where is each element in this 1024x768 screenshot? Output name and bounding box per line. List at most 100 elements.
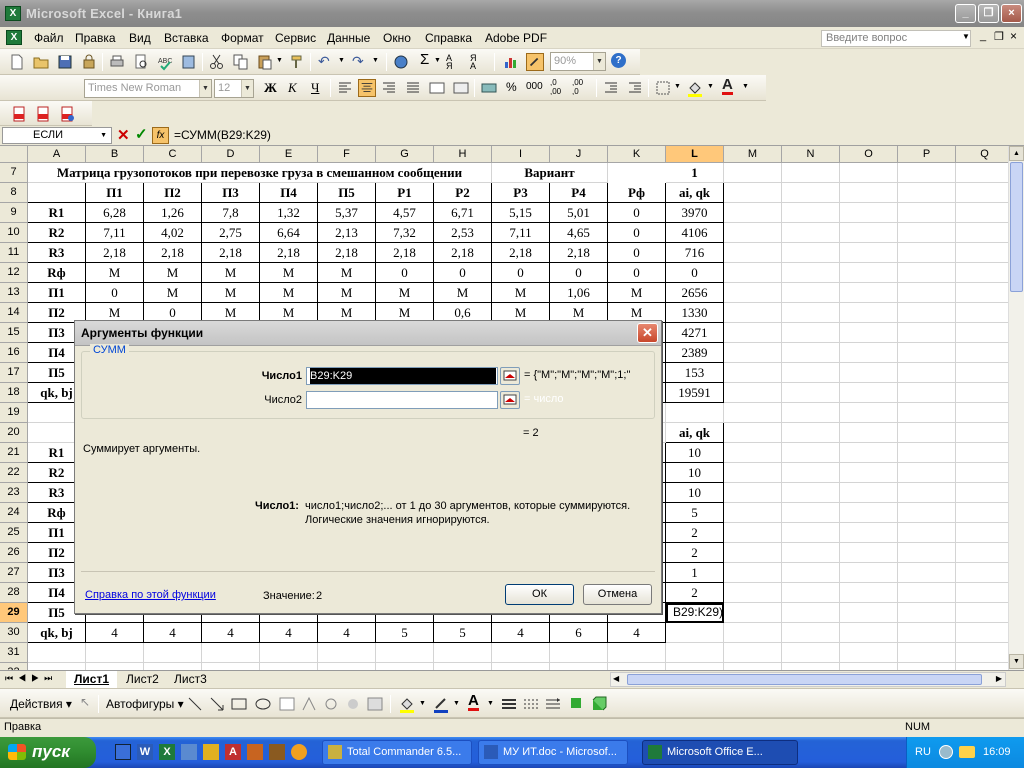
cell-F31[interactable] [318,643,376,663]
cell-M31[interactable] [724,643,782,663]
cell-P15[interactable] [898,323,956,343]
excel-icon[interactable]: X [159,744,175,760]
cell-I8[interactable]: Р3 [492,183,550,203]
font-size-select[interactable]: 12 ▼ [214,79,254,98]
line-style-icon[interactable] [500,695,518,713]
taskbar-task-1[interactable]: Total Commander 6.5... [322,740,472,765]
start-button[interactable]: пуск [0,737,96,768]
increase-decimal-icon[interactable]: ,0,00 [550,78,561,96]
row-header[interactable]: 19 [0,403,28,423]
font-select[interactable]: Times New Roman ▼ [84,79,212,98]
cell-Q29[interactable] [956,603,1008,623]
cell-E8[interactable]: П4 [260,183,318,203]
bold-icon[interactable]: Ж [264,80,277,96]
merge-center-icon[interactable] [428,79,446,97]
cell-D12[interactable]: M [202,263,260,283]
cell-M23[interactable] [724,483,782,503]
cell-I32[interactable] [492,663,550,670]
borders-dropdown-icon[interactable]: ▼ [674,83,681,90]
cell-J12[interactable]: 0 [550,263,608,283]
cell-H32[interactable] [434,663,492,670]
cell-O19[interactable] [840,403,898,423]
cell-C32[interactable] [144,663,202,670]
cell-I13[interactable]: M [492,283,550,303]
cell-Q16[interactable] [956,343,1008,363]
cell-P27[interactable] [898,563,956,583]
row-header[interactable]: 15 [0,323,28,343]
zoom-select[interactable]: 90% ▼ [550,52,606,71]
decrease-decimal-icon[interactable]: ,00,0 [572,78,583,96]
column-header[interactable]: N [782,146,840,163]
cell-B32[interactable] [86,663,144,670]
cell-J31[interactable] [550,643,608,663]
cell-G12[interactable]: 0 [376,263,434,283]
quick-launch-icon-9[interactable] [291,744,307,760]
cell-G30[interactable]: 5 [376,623,434,643]
row-header[interactable]: 31 [0,643,28,663]
cell-N19[interactable] [782,403,840,423]
row-header[interactable]: 32 [0,663,28,670]
cell-O18[interactable] [840,383,898,403]
cell-L14[interactable]: 1330 [666,303,724,323]
cell-L10[interactable]: 4106 [666,223,724,243]
justify-icon[interactable] [404,79,422,97]
cell-O26[interactable] [840,543,898,563]
doc-minimize-button[interactable]: _ [980,30,986,42]
menu-7[interactable]: Окно [383,31,411,45]
shadow-style-icon[interactable] [568,695,586,713]
dialog-title[interactable]: Аргументы функции [75,321,661,346]
drawing-icon[interactable] [526,53,544,71]
cell-P20[interactable] [898,423,956,443]
cell-M19[interactable] [724,403,782,423]
insert-function-icon[interactable]: fx [152,127,169,144]
cell-B10[interactable]: 7,11 [86,223,144,243]
autosum-dropdown-icon[interactable]: ▼ [434,57,441,64]
column-header[interactable]: E [260,146,318,163]
cell-Q30[interactable] [956,623,1008,643]
undo-icon[interactable]: ↶ [318,53,330,70]
wordart-icon[interactable] [300,695,318,713]
cell-P24[interactable] [898,503,956,523]
diagram-icon[interactable] [322,695,340,713]
row-header[interactable]: 12 [0,263,28,283]
cell-N21[interactable] [782,443,840,463]
cell-C10[interactable]: 4,02 [144,223,202,243]
italic-icon[interactable]: К [288,80,297,96]
column-header[interactable]: A [28,146,86,163]
open-icon[interactable] [32,53,50,71]
cell-C12[interactable]: M [144,263,202,283]
cell-P9[interactable] [898,203,956,223]
cell-L9[interactable]: 3970 [666,203,724,223]
cell-N31[interactable] [782,643,840,663]
print-icon[interactable] [108,53,126,71]
distributed-icon[interactable] [452,79,470,97]
quick-launch-icon-4[interactable] [181,744,197,760]
align-center-icon[interactable] [358,79,376,97]
cell-Q26[interactable] [956,543,1008,563]
cell-K10[interactable]: 0 [608,223,666,243]
textbox-icon[interactable] [278,695,296,713]
cell-O32[interactable] [840,663,898,670]
cell-F9[interactable]: 5,37 [318,203,376,223]
cell-O21[interactable] [840,443,898,463]
scroll-right-icon[interactable]: ▶ [996,674,1002,683]
cell-P32[interactable] [898,663,956,670]
cell-P13[interactable] [898,283,956,303]
cell-H12[interactable]: 0 [434,263,492,283]
cell-I9[interactable]: 5,15 [492,203,550,223]
cell-F10[interactable]: 2,13 [318,223,376,243]
horizontal-scrollbar[interactable]: ◀ ▶ [610,672,1006,687]
row-header[interactable]: 23 [0,483,28,503]
cell-G8[interactable]: Р1 [376,183,434,203]
cell-M25[interactable] [724,523,782,543]
cell-F11[interactable]: 2,18 [318,243,376,263]
tray-show-hidden-icon[interactable] [939,745,953,759]
row-header[interactable]: 29 [0,603,28,623]
decrease-indent-icon[interactable] [602,79,620,97]
cell-M28[interactable] [724,583,782,603]
font-color-dropdown-icon[interactable]: ▼ [742,83,749,90]
cell[interactable] [956,163,1008,183]
cell-N12[interactable] [782,263,840,283]
cell-H13[interactable]: M [434,283,492,303]
cell-Q28[interactable] [956,583,1008,603]
